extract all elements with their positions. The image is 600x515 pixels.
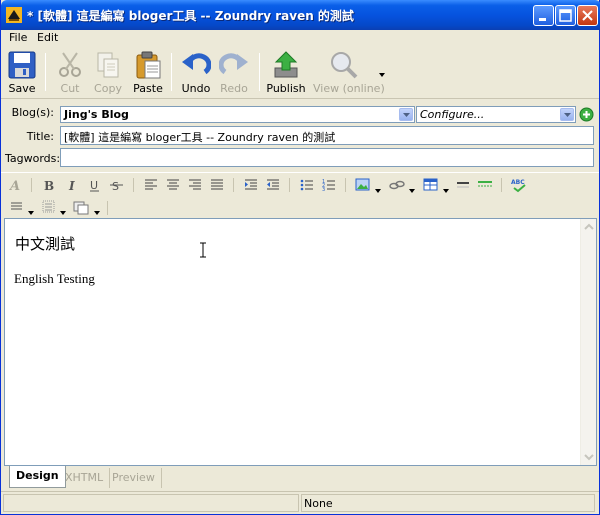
save-button[interactable]: Save [1, 50, 43, 96]
outdent-icon[interactable] [265, 177, 281, 193]
svg-text:S: S [112, 180, 119, 193]
blogs-label: Blog(s): [11, 106, 54, 119]
undo-label: Undo [181, 82, 211, 95]
blog-select-value: Jing's Blog [64, 108, 129, 121]
publish-label: Publish [266, 82, 306, 95]
tagwords-label: Tagwords: [5, 152, 61, 165]
svg-text:3: 3 [322, 187, 325, 193]
paste-label: Paste [133, 82, 163, 95]
app-window: * [軟體] 這是編寫 bloger工具 -- Zoundry raven 的測… [0, 0, 600, 515]
insert-special-icon[interactable] [73, 199, 89, 215]
raven-app-icon [6, 7, 22, 23]
font-style-icon[interactable]: A [8, 177, 25, 194]
align-left-icon[interactable] [143, 177, 159, 193]
editor-line-chinese: 中文測試 [15, 235, 76, 253]
copy-button[interactable]: Copy [87, 50, 129, 96]
cut-label: Cut [60, 82, 80, 95]
tab-preview[interactable]: Preview [106, 468, 162, 488]
copy-icon [97, 52, 119, 78]
copy-label: Copy [94, 82, 122, 95]
insert-link-icon[interactable] [389, 177, 405, 193]
align-center-icon[interactable] [165, 177, 181, 193]
save-label: Save [8, 82, 36, 95]
bold-icon[interactable]: B [41, 177, 57, 193]
menu-file[interactable]: File [9, 31, 27, 44]
configure-select[interactable]: Configure... [416, 106, 576, 123]
chevron-down-icon [560, 108, 574, 121]
title-input[interactable]: [軟體] 這是編寫 bloger工具 -- Zoundry raven 的測試 [60, 126, 594, 145]
italic-icon[interactable]: I [65, 177, 81, 193]
format-toolbar: A B I U S 123 ABC [1, 172, 599, 216]
publish-button[interactable]: Publish [265, 50, 307, 96]
svg-text:I: I [68, 179, 75, 193]
paste-button[interactable]: Paste [127, 50, 169, 96]
redo-label: Redo [220, 82, 248, 95]
title-label: Title: [26, 130, 54, 143]
page-break-icon[interactable] [477, 177, 493, 193]
block-format-icon[interactable] [9, 199, 25, 215]
insert-table-dropdown-icon[interactable] [443, 183, 449, 196]
add-blog-icon[interactable] [579, 107, 594, 125]
view-online-label: View (online) [313, 82, 385, 95]
cut-button[interactable]: Cut [49, 50, 91, 96]
magnifier-icon [331, 52, 358, 79]
scroll-up-icon[interactable] [581, 219, 597, 235]
insert-image-icon[interactable] [355, 177, 371, 193]
editor-line-english: English Testing [14, 271, 95, 286]
view-online-button[interactable]: View (online) [313, 50, 385, 96]
tab-xhtml[interactable]: XHTML [59, 468, 111, 488]
scroll-down-icon[interactable] [581, 449, 597, 465]
insert-image-dropdown-icon[interactable] [375, 183, 381, 196]
scissors-icon [59, 52, 81, 77]
undo-button[interactable]: Undo [175, 50, 217, 96]
editor-area[interactable]: 中文測試 English Testing [4, 218, 597, 466]
indent-icon[interactable] [243, 177, 259, 193]
redo-icon [219, 53, 248, 75]
tab-design[interactable]: Design [9, 466, 66, 488]
numbered-list-icon[interactable]: 123 [321, 177, 337, 193]
insert-table-icon[interactable] [423, 177, 439, 193]
menu-bar: File Edit [1, 30, 599, 47]
tagwords-input[interactable] [60, 148, 594, 167]
main-toolbar: Save Cut Copy Paste Undo Redo Publish Vi… [1, 47, 599, 99]
chevron-down-icon [399, 108, 413, 121]
spellcheck-icon[interactable]: ABC [511, 177, 527, 193]
window-title: * [軟體] 這是編寫 bloger工具 -- Zoundry raven 的測… [27, 9, 354, 23]
underline-icon[interactable]: U [87, 177, 103, 193]
publish-icon [274, 51, 298, 78]
insert-link-dropdown-icon[interactable] [409, 183, 415, 196]
blog-select[interactable]: Jing's Blog [60, 106, 415, 123]
status-text: None [304, 497, 333, 510]
strikethrough-icon[interactable]: S [109, 177, 125, 193]
svg-text:A: A [9, 179, 20, 193]
svg-text:ABC: ABC [511, 179, 525, 186]
redo-button[interactable]: Redo [213, 50, 255, 96]
svg-text:U: U [90, 179, 98, 192]
insert-special-dropdown-icon[interactable] [94, 205, 100, 218]
undo-icon [182, 53, 211, 75]
configure-select-value: Configure... [420, 108, 485, 121]
vertical-scrollbar[interactable] [580, 219, 596, 465]
svg-text:B: B [44, 179, 54, 193]
paste-icon [136, 51, 161, 79]
title-bar[interactable]: * [軟體] 這是編寫 bloger工具 -- Zoundry raven 的測… [1, 0, 600, 30]
minimize-button[interactable] [533, 5, 554, 26]
editor-mode-tabs: Design XHTML Preview [4, 466, 597, 490]
title-input-value: [軟體] 這是編寫 bloger工具 -- Zoundry raven 的測試 [64, 131, 336, 144]
bullet-list-icon[interactable] [299, 177, 315, 193]
close-button[interactable] [577, 5, 598, 26]
font-size-dropdown-icon[interactable] [60, 205, 66, 218]
block-format-dropdown-icon[interactable] [28, 205, 34, 218]
horizontal-rule-icon[interactable] [455, 177, 471, 193]
align-right-icon[interactable] [187, 177, 203, 193]
text-cursor-icon [199, 242, 207, 261]
maximize-button[interactable] [555, 5, 576, 26]
save-icon [8, 51, 36, 79]
status-bar: None [1, 491, 599, 513]
view-online-dropdown-icon[interactable] [379, 67, 385, 80]
align-justify-icon[interactable] [209, 177, 225, 193]
font-size-icon[interactable] [41, 199, 57, 215]
menu-edit[interactable]: Edit [37, 31, 58, 44]
